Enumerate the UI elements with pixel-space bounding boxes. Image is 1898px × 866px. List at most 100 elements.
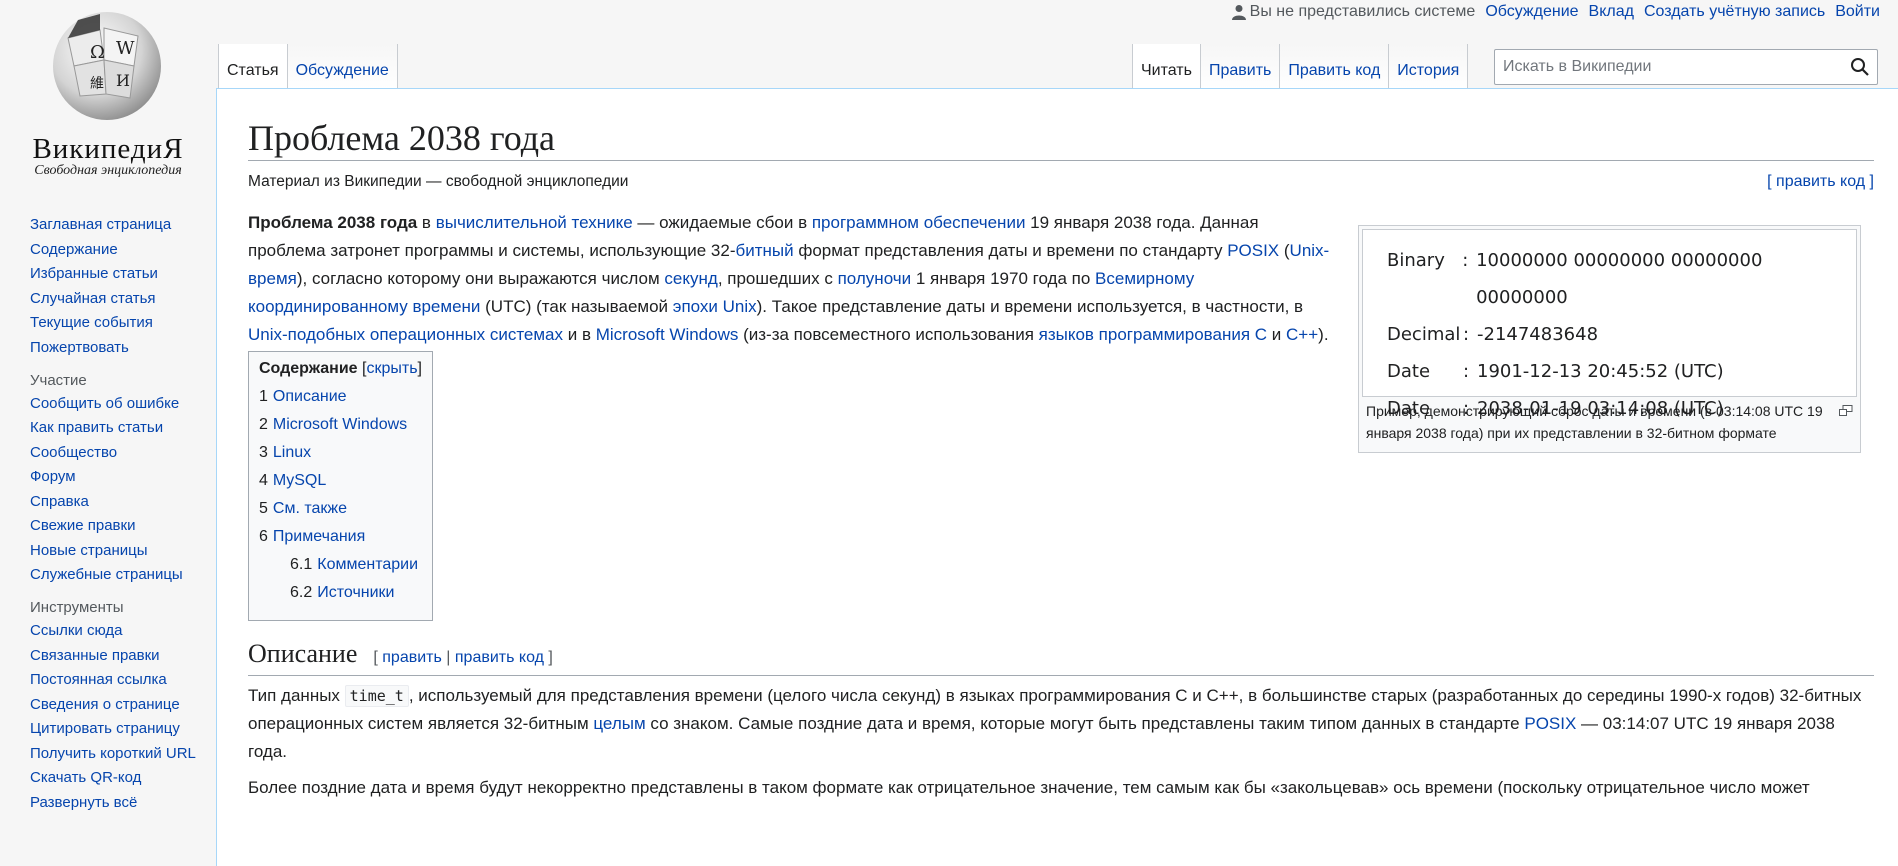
toc-link[interactable]: Комментарии bbox=[317, 556, 418, 573]
toc-item[interactable]: 1 Описание bbox=[259, 386, 422, 408]
personal-talk-link[interactable]: Обсуждение bbox=[1485, 3, 1578, 21]
personal-contributions-link[interactable]: Вклад bbox=[1589, 3, 1634, 21]
tab-history[interactable]: История bbox=[1389, 44, 1469, 89]
epoch-row: Decimal: -2147483648 bbox=[1387, 316, 1856, 353]
toc-link[interactable]: Описание bbox=[273, 388, 347, 405]
namespace-tabs: Статья Обсуждение bbox=[218, 44, 398, 89]
text-run: ( bbox=[1279, 241, 1290, 260]
sidebar-item-tools-link[interactable]: Постоянная ссылка bbox=[30, 671, 167, 688]
toc-link[interactable]: Linux bbox=[273, 444, 311, 461]
toc-number: 6 bbox=[259, 528, 268, 545]
text-run: 1 января 1970 года по bbox=[911, 269, 1096, 288]
inline-link[interactable]: Unix-подобных операционных системах bbox=[248, 325, 563, 344]
toc-item[interactable]: 6.2 Источники bbox=[259, 582, 422, 604]
toc-link[interactable]: Примечания bbox=[273, 528, 365, 545]
inline-link[interactable]: POSIX bbox=[1524, 714, 1576, 733]
sidebar-item-participation-1: Как править статьи bbox=[30, 419, 216, 437]
inline-code: time_t bbox=[344, 685, 409, 707]
toc-number: 6.2 bbox=[290, 584, 313, 601]
inline-link[interactable]: Microsoft Windows bbox=[596, 325, 739, 344]
sidebar-item-tools-link[interactable]: Получить короткий URL bbox=[30, 745, 196, 762]
toc-hide-toggle[interactable]: скрыть bbox=[366, 360, 417, 377]
edit-code-link[interactable]: [ править код ] bbox=[1767, 173, 1874, 191]
sidebar-item-main-link[interactable]: Текущие события bbox=[30, 314, 153, 331]
sidebar-item-tools-link[interactable]: Ссылки сюда bbox=[30, 622, 123, 639]
sidebar-item-tools-4: Цитировать страницу bbox=[30, 720, 216, 738]
tab-talk[interactable]: Обсуждение bbox=[287, 44, 398, 89]
epoch-colon: : bbox=[1463, 324, 1470, 345]
tab-article[interactable]: Статья bbox=[218, 44, 288, 89]
text-run: Тип данных bbox=[248, 686, 345, 705]
section-edit-code-link[interactable]: править код bbox=[455, 649, 544, 666]
text-run: ), согласно которому они выражаются числ… bbox=[296, 269, 665, 288]
inline-link[interactable]: эпохи Unix bbox=[673, 297, 757, 316]
text-run: со знаком. Самые поздние дата и время, к… bbox=[645, 714, 1525, 733]
inline-link[interactable]: целым bbox=[593, 714, 645, 733]
login-link[interactable]: Войти bbox=[1835, 3, 1880, 21]
epoch-value: -2147483648 bbox=[1477, 324, 1599, 345]
inline-link[interactable]: POSIX bbox=[1227, 241, 1279, 260]
toc-number: 1 bbox=[259, 388, 268, 405]
sidebar-item-main-4: Текущие события bbox=[30, 314, 216, 332]
sidebar-item-participation-link[interactable]: Свежие правки bbox=[30, 517, 135, 534]
sidebar-item-participation-link[interactable]: Как править статьи bbox=[30, 419, 163, 436]
sidebar-item-tools-link[interactable]: Скачать QR-код bbox=[30, 769, 141, 786]
enlarge-icon[interactable] bbox=[1839, 400, 1853, 422]
inline-link[interactable]: битный bbox=[736, 241, 794, 260]
sidebar-item-main-2: Избранные статьи bbox=[30, 265, 216, 283]
sidebar-item-main-link[interactable]: Содержание bbox=[30, 241, 118, 258]
toc-link[interactable]: См. также bbox=[273, 500, 347, 517]
sidebar-item-tools-3: Сведения о странице bbox=[30, 696, 216, 714]
sidebar-item-tools-link[interactable]: Цитировать страницу bbox=[30, 720, 180, 737]
tab-edit-code[interactable]: Править код bbox=[1280, 44, 1390, 89]
toc-link[interactable]: Microsoft Windows bbox=[273, 416, 407, 433]
toc-item[interactable]: 5 См. также bbox=[259, 498, 422, 520]
sidebar-item-participation-link[interactable]: Сообщество bbox=[30, 444, 117, 461]
toc-item[interactable]: 6 Примечания bbox=[259, 526, 422, 548]
sidebar-item-participation-link[interactable]: Новые страницы bbox=[30, 542, 148, 559]
sidebar-item-tools-link[interactable]: Связанные правки bbox=[30, 647, 160, 664]
sidebar-item-participation-link[interactable]: Справка bbox=[30, 493, 89, 510]
sidebar-item-participation-link[interactable]: Сообщить об ошибке bbox=[30, 395, 179, 412]
epoch-colon: : bbox=[1463, 361, 1470, 382]
inline-link[interactable]: C++ bbox=[1286, 325, 1318, 344]
sidebar-item-participation-link[interactable]: Форум bbox=[30, 468, 76, 485]
inline-link[interactable]: вычислительной технике bbox=[436, 213, 633, 232]
text-run: ). Такое представление даты и времени ис… bbox=[756, 297, 1304, 316]
sidebar-item-participation-link[interactable]: Служебные страницы bbox=[30, 566, 183, 583]
toc-link[interactable]: Источники bbox=[317, 584, 394, 601]
sidebar-item-tools-6: Скачать QR-код bbox=[30, 769, 216, 787]
svg-text:Ω: Ω bbox=[90, 42, 105, 63]
sidebar-item-tools-1: Связанные правки bbox=[30, 647, 216, 665]
sidebar-item-participation-5: Свежие правки bbox=[30, 517, 216, 535]
inline-link[interactable]: языков программирования C bbox=[1039, 325, 1267, 344]
text-run: , прошедших с bbox=[717, 269, 838, 288]
text-run: ). bbox=[1318, 325, 1329, 344]
sidebar-item-tools-link[interactable]: Развернуть всё bbox=[30, 794, 137, 811]
toc-item[interactable]: 4 MySQL bbox=[259, 470, 422, 492]
toc-item[interactable]: 3 Linux bbox=[259, 442, 422, 464]
sidebar-item-tools-link[interactable]: Сведения о странице bbox=[30, 696, 180, 713]
toc-item[interactable]: 6.1 Комментарии bbox=[259, 554, 422, 576]
wikipedia-logo[interactable]: Ω W 維 И ВикипедиЯ Свободная энциклопедия bbox=[0, 0, 216, 180]
inline-link[interactable]: секунд bbox=[664, 269, 717, 288]
sidebar-item-main-link[interactable]: Случайная статья bbox=[30, 290, 156, 307]
inline-link[interactable]: программном обеспечении bbox=[812, 213, 1026, 232]
sidebar-item-main-3: Случайная статья bbox=[30, 290, 216, 308]
tab-read[interactable]: Читать bbox=[1132, 44, 1201, 89]
search-input[interactable] bbox=[1495, 51, 1843, 83]
sidebar-item-main-link[interactable]: Заглавная страница bbox=[30, 216, 171, 233]
section-heading: Описание [ править | править код ] bbox=[248, 637, 1874, 676]
sidebar-item-main-link[interactable]: Избранные статьи bbox=[30, 265, 158, 282]
tab-edit[interactable]: Править bbox=[1200, 44, 1281, 89]
search-button[interactable] bbox=[1843, 50, 1877, 84]
sidebar-item-main-link[interactable]: Пожертвовать bbox=[30, 339, 129, 356]
section-edit-link[interactable]: править bbox=[382, 649, 442, 666]
inline-link[interactable]: полуночи bbox=[838, 269, 912, 288]
epoch-row: Date:1901-12-13 20:45:52 (UTC) bbox=[1387, 353, 1856, 390]
text-run: и в bbox=[563, 325, 596, 344]
toc-item[interactable]: 2 Microsoft Windows bbox=[259, 414, 422, 436]
anon-user: Вы не представились системе bbox=[1231, 3, 1475, 21]
toc-link[interactable]: MySQL bbox=[273, 472, 326, 489]
create-account-link[interactable]: Создать учётную запись bbox=[1644, 3, 1825, 21]
